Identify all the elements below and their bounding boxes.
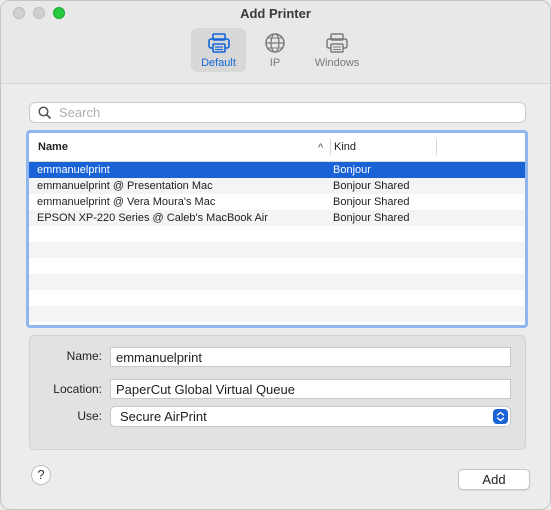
table-row[interactable]: emmanuelprint @ Presentation Mac Bonjour… — [29, 178, 525, 194]
tab-ip-label: IP — [269, 57, 281, 69]
column-header-name[interactable]: Name — [29, 141, 329, 153]
add-printer-window: Add Printer Default IP Windows Search Na… — [0, 0, 551, 510]
empty-row — [29, 290, 525, 306]
column-header-kind[interactable]: Kind — [334, 141, 356, 153]
use-driver-value: Secure AirPrint — [120, 409, 207, 424]
globe-icon — [265, 33, 285, 53]
tab-windows-label: Windows — [314, 57, 360, 69]
sort-ascending-icon: ^ — [318, 142, 324, 152]
empty-row — [29, 306, 525, 322]
printer-name: EPSON XP-220 Series @ Caleb's MacBook Ai… — [37, 212, 268, 224]
printer-icon — [207, 33, 230, 53]
name-label: Name: — [66, 349, 102, 363]
table-row[interactable]: emmanuelprint Bonjour — [29, 162, 525, 178]
search-field[interactable] — [29, 102, 526, 123]
toolbar-tabs: Default IP Windows — [191, 28, 370, 72]
search-input[interactable] — [57, 104, 501, 121]
location-label: Location: — [53, 382, 102, 396]
printer-details-form: Name: Location: Use: Secure AirPrint — [29, 335, 526, 450]
tab-default[interactable]: Default — [191, 28, 246, 72]
table-header: Name ^ Kind — [29, 133, 525, 162]
empty-row — [29, 226, 525, 242]
printer-name: emmanuelprint — [37, 164, 110, 176]
table-body: emmanuelprint Bonjour emmanuelprint @ Pr… — [29, 162, 525, 322]
empty-row — [29, 242, 525, 258]
help-button[interactable]: ? — [31, 465, 51, 485]
table-row[interactable]: EPSON XP-220 Series @ Caleb's MacBook Ai… — [29, 210, 525, 226]
empty-row — [29, 258, 525, 274]
column-divider[interactable] — [436, 139, 437, 155]
printer-kind: Bonjour Shared — [333, 196, 410, 208]
column-divider[interactable] — [330, 139, 331, 155]
tab-ip[interactable]: IP — [250, 28, 300, 72]
empty-row — [29, 274, 525, 290]
search-icon — [38, 106, 51, 119]
printer-kind: Bonjour Shared — [333, 180, 410, 192]
printer-name: emmanuelprint @ Presentation Mac — [37, 180, 213, 192]
window-title: Add Printer — [240, 6, 311, 21]
add-button[interactable]: Add — [458, 469, 530, 490]
tab-windows[interactable]: Windows — [304, 28, 370, 72]
table-row[interactable]: emmanuelprint @ Vera Moura's Mac Bonjour… — [29, 194, 525, 210]
printer-kind: Bonjour Shared — [333, 212, 410, 224]
titlebar: Add Printer Default IP Windows — [1, 1, 550, 84]
windows-printer-icon — [326, 33, 348, 53]
printer-name: emmanuelprint @ Vera Moura's Mac — [37, 196, 216, 208]
name-field[interactable] — [110, 347, 511, 367]
use-label: Use: — [77, 409, 102, 423]
chevron-updown-icon — [493, 409, 508, 424]
printer-kind: Bonjour — [333, 164, 371, 176]
printer-list: Name ^ Kind emmanuelprint Bonjour emmanu… — [26, 130, 528, 328]
location-field[interactable] — [110, 379, 511, 399]
tab-default-label: Default — [201, 57, 236, 69]
use-driver-select[interactable]: Secure AirPrint — [110, 406, 511, 427]
